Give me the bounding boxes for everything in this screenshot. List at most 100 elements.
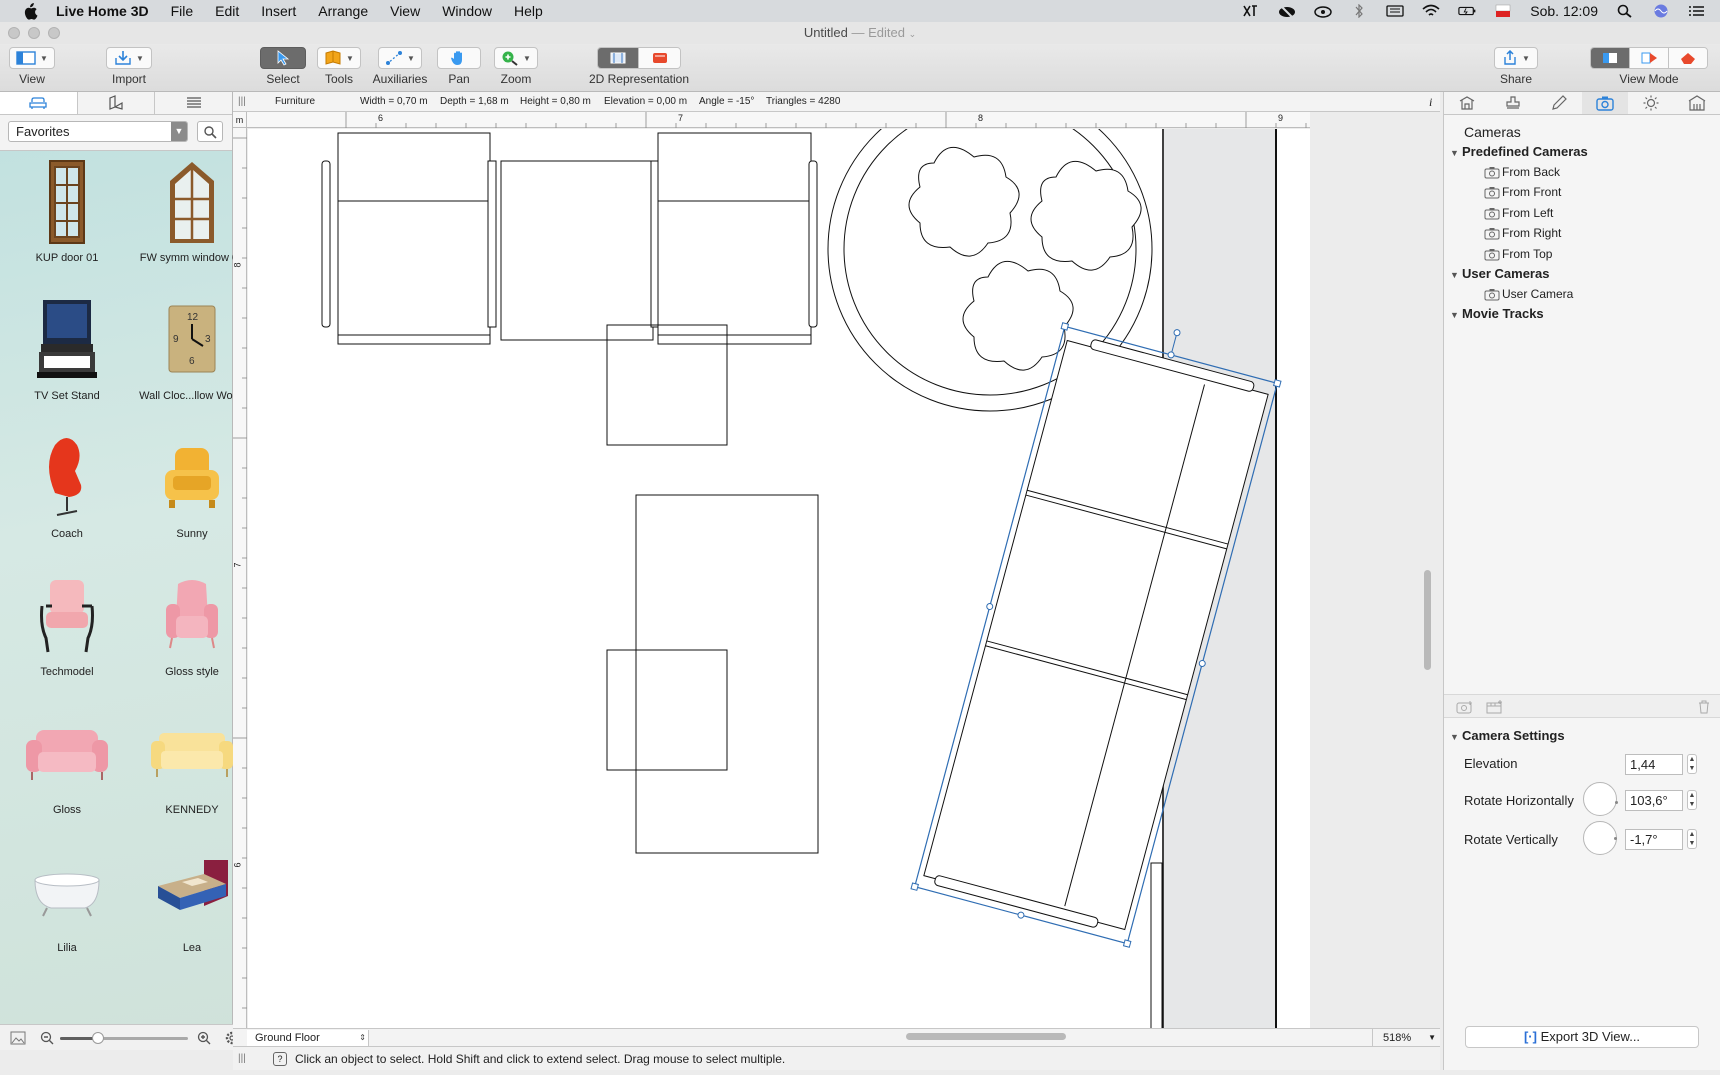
auxiliaries-button[interactable]: ▼	[378, 47, 422, 69]
apple-icon[interactable]	[22, 2, 38, 20]
library-item[interactable]: Lea	[134, 842, 233, 968]
rotate-horizontally-field[interactable]: 103,6°	[1625, 790, 1683, 811]
tree-group-user-cameras[interactable]: ▼ User Cameras	[1450, 266, 1549, 281]
library-item-partial[interactable]	[9, 980, 125, 1022]
camera-item-from-right[interactable]: From Right	[1484, 226, 1561, 240]
floor-plan-canvas[interactable]	[248, 129, 1310, 1028]
rotate-vertically-stepper[interactable]: ▲ ▼	[1687, 829, 1697, 849]
tab-project-settings[interactable]	[1444, 92, 1490, 114]
notification-center-icon[interactable]	[1688, 4, 1706, 18]
library-item[interactable]: Techmodel	[9, 566, 125, 692]
thumbnail-size-slider-knob[interactable]	[92, 1032, 105, 1044]
view-mode-tool[interactable]: View Mode	[1587, 47, 1711, 86]
zoom-level-select[interactable]: 518% ▼	[1372, 1029, 1440, 1047]
view-button[interactable]: ▼	[9, 47, 55, 69]
camera-settings-header[interactable]: ▼ Camera Settings	[1450, 728, 1565, 743]
tree-group-movie-tracks[interactable]: ▼ Movie Tracks	[1450, 306, 1544, 321]
info-icon[interactable]: i	[1429, 92, 1432, 112]
armchair-left[interactable]	[321, 132, 497, 345]
disclosure-triangle-icon[interactable]: ▼	[1450, 148, 1462, 158]
add-camera-icon[interactable]	[1456, 700, 1474, 714]
library-item[interactable]: Sunny	[134, 428, 233, 554]
disclosure-triangle-icon[interactable]: ▼	[1450, 732, 1462, 742]
select-tool[interactable]: Select	[258, 47, 308, 86]
representation-3d-segment[interactable]	[639, 48, 680, 68]
view-mode-split-segment[interactable]	[1630, 48, 1669, 68]
tab-materials-library[interactable]	[78, 92, 156, 114]
trash-icon[interactable]	[1695, 700, 1713, 714]
spotlight-search-icon[interactable]	[1616, 4, 1634, 18]
floor-select[interactable]: Ground Floor ⇕	[247, 1030, 369, 1046]
select-button[interactable]	[260, 47, 306, 69]
tab-furniture-library[interactable]	[0, 92, 78, 114]
plant-flower-1[interactable]	[908, 147, 1020, 257]
help-hint-icon[interactable]: ?	[273, 1052, 287, 1066]
representation-2d-segment[interactable]	[598, 48, 640, 68]
library-search-button[interactable]	[197, 121, 223, 142]
armchair-right[interactable]	[657, 132, 818, 345]
pan-button[interactable]	[437, 47, 481, 69]
library-item[interactable]: Gloss	[9, 704, 125, 830]
battery-icon[interactable]	[1458, 4, 1476, 18]
tools-tool[interactable]: ▼ Tools	[316, 47, 362, 86]
close-window-button[interactable]	[8, 27, 20, 39]
library-item[interactable]: KENNEDY	[134, 704, 233, 830]
disclosure-triangle-icon[interactable]: ▼	[1450, 310, 1462, 320]
view-mode-segmented[interactable]	[1590, 47, 1708, 69]
plan-vertical-scrollbar[interactable]	[1424, 570, 1431, 670]
side-table-bottom[interactable]	[606, 649, 728, 771]
menu-file[interactable]: File	[171, 3, 194, 19]
drag-handle-icon[interactable]: |||	[238, 92, 246, 112]
view-mode-2d-segment[interactable]	[1591, 48, 1631, 68]
siri-icon[interactable]	[1652, 4, 1670, 18]
bluetooth-icon[interactable]	[1350, 4, 1368, 18]
library-item[interactable]: TV Set Stand	[9, 290, 125, 416]
representation-segmented[interactable]	[597, 47, 681, 69]
menu-insert[interactable]: Insert	[261, 3, 296, 19]
camera-item-from-front[interactable]: From Front	[1484, 185, 1561, 199]
rotate-horizontally-stepper[interactable]: ▲ ▼	[1687, 790, 1697, 810]
menu-app-name[interactable]: Live Home 3D	[56, 3, 149, 19]
camera-item-from-back[interactable]: From Back	[1484, 165, 1560, 179]
disclosure-triangle-icon[interactable]: ▼	[1450, 270, 1462, 280]
menu-window[interactable]: Window	[442, 3, 492, 19]
library-item[interactable]: Coach	[9, 428, 125, 554]
library-item[interactable]: FW symm window 02	[134, 152, 233, 278]
add-movie-track-icon[interactable]	[1486, 700, 1504, 714]
zoom-out-icon[interactable]	[40, 1031, 54, 1045]
camera-item-user-camera[interactable]: User Camera	[1484, 287, 1573, 301]
plant-flower-3[interactable]	[962, 261, 1074, 371]
elevation-field[interactable]: 1,44	[1625, 754, 1683, 775]
zoom-window-button[interactable]	[48, 27, 60, 39]
library-item[interactable]: 12 369 Wall Cloc...llow Wood	[134, 290, 233, 416]
tab-object-properties[interactable]	[1490, 92, 1536, 114]
menu-help[interactable]: Help	[514, 3, 543, 19]
tree-group-predefined[interactable]: ▼ Predefined Cameras	[1450, 144, 1588, 159]
edited-indicator[interactable]: — Edited	[852, 25, 905, 40]
plan-horizontal-scrollbar[interactable]	[906, 1033, 1066, 1040]
rotate-vertically-field[interactable]: -1,7°	[1625, 829, 1683, 850]
view-mode-3d-segment[interactable]	[1668, 48, 1707, 68]
tab-building[interactable]	[1674, 92, 1720, 114]
share-button[interactable]: ▼	[1494, 47, 1538, 69]
tools-button[interactable]: ▼	[317, 47, 361, 69]
zoom-button[interactable]: ▼	[494, 47, 538, 69]
import-tool[interactable]: ▼ Import	[103, 47, 155, 86]
chevron-down-icon[interactable]: ⌄	[909, 29, 917, 39]
import-button[interactable]: ▼	[106, 47, 152, 69]
pan-tool[interactable]: Pan	[436, 47, 482, 86]
menu-edit[interactable]: Edit	[215, 3, 239, 19]
auxiliaries-tool[interactable]: ▼ Auxiliaries	[372, 47, 428, 86]
elevation-stepper[interactable]: ▲ ▼	[1687, 754, 1697, 774]
plant-flower-2[interactable]	[1030, 161, 1142, 271]
tab-materials[interactable]	[1536, 92, 1582, 114]
drag-handle-icon[interactable]: |||	[238, 1047, 246, 1071]
tools-icon[interactable]	[1242, 4, 1260, 18]
camera-item-from-left[interactable]: From Left	[1484, 206, 1553, 220]
armchair-middle[interactable]	[500, 160, 660, 341]
rotate-vertically-dial[interactable]	[1583, 821, 1617, 855]
menu-arrange[interactable]: Arrange	[318, 3, 368, 19]
tab-project-list[interactable]	[155, 92, 232, 114]
tab-cameras[interactable]	[1582, 92, 1628, 114]
creative-cloud-icon[interactable]	[1314, 4, 1333, 18]
